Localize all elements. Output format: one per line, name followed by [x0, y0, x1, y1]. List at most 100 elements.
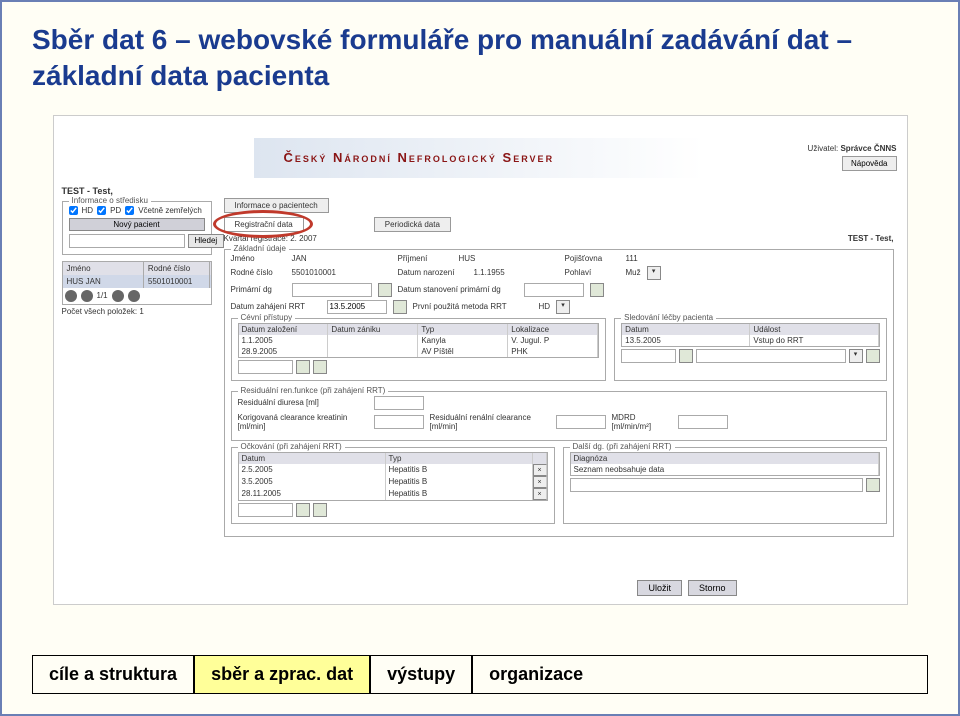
- diuresa-input[interactable]: [374, 396, 424, 410]
- tracking-event-input[interactable]: [696, 349, 845, 363]
- footer-tab-outputs[interactable]: výstupy: [370, 655, 472, 694]
- renal-clearance-input[interactable]: [556, 415, 606, 429]
- calendar-icon[interactable]: [590, 283, 604, 297]
- col-vacc-type[interactable]: Typ: [386, 453, 533, 464]
- center-info-legend: Informace o středisku: [69, 196, 151, 205]
- tab-registration-data[interactable]: Registrační data: [224, 217, 304, 232]
- tab-patient-info[interactable]: Informace o pacientech: [224, 198, 329, 213]
- user-info: Uživatel: Správce ČNNS Nápověda: [808, 144, 897, 171]
- delete-icon[interactable]: ×: [533, 464, 547, 476]
- deceased-label: Včetně zemřelých: [138, 206, 202, 215]
- deceased-checkbox[interactable]: [125, 206, 134, 215]
- table-row[interactable]: 1.1.2005KanylaV. Jugul. P: [239, 335, 599, 346]
- residual-legend: Residuální ren.funkce (při zahájení RRT): [238, 386, 389, 395]
- other-dg-legend: Další dg. (při zahájení RRT): [570, 442, 675, 451]
- help-button[interactable]: Nápověda: [842, 156, 896, 171]
- table-row[interactable]: 28.9.2005AV PíštělPHK: [239, 346, 599, 357]
- rc-label: Rodné číslo: [231, 268, 286, 277]
- col-rc[interactable]: Rodné číslo: [144, 262, 211, 275]
- footer-tab-organization[interactable]: organizace: [472, 655, 928, 694]
- sex-dropdown-icon[interactable]: ▾: [647, 266, 661, 280]
- stanov-input[interactable]: [524, 283, 584, 297]
- col-ended[interactable]: Datum zániku: [328, 324, 418, 335]
- stanov-label: Datum stanovení primární dg: [398, 285, 518, 294]
- col-diagnosis[interactable]: Diagnóza: [571, 453, 879, 464]
- count-label: Počet všech položek:: [62, 307, 138, 316]
- primdg-input[interactable]: [292, 283, 372, 297]
- first-rrt-dropdown-icon[interactable]: ▾: [556, 300, 570, 314]
- calendar-icon[interactable]: [296, 360, 310, 374]
- first-rrt-value: HD: [539, 302, 551, 311]
- hd-label: HD: [82, 206, 94, 215]
- cancel-button[interactable]: Storno: [688, 580, 737, 596]
- col-name[interactable]: Jméno: [63, 262, 144, 275]
- vascular-date-input[interactable]: [238, 360, 293, 374]
- footer-tab-goals[interactable]: cíle a struktura: [32, 655, 194, 694]
- search-input[interactable]: [69, 234, 185, 248]
- creatinin-input[interactable]: [374, 415, 424, 429]
- add-icon[interactable]: [866, 349, 880, 363]
- lookup-icon[interactable]: [378, 283, 392, 297]
- tab-periodic-data[interactable]: Periodická data: [374, 217, 451, 232]
- pager-prev-icon[interactable]: [81, 290, 93, 302]
- residual-function-fieldset: Residuální ren.funkce (při zahájení RRT)…: [231, 391, 887, 441]
- firstname-label: Jméno: [231, 254, 286, 263]
- lastname-label: Příjmení: [398, 254, 453, 263]
- table-row[interactable]: 3.5.2005Hepatitis B×: [239, 476, 547, 488]
- pager-last-icon[interactable]: [128, 290, 140, 302]
- pager-text: 1/1: [97, 291, 108, 300]
- delete-icon[interactable]: ×: [533, 488, 547, 500]
- rc-value: 5501010001: [292, 268, 392, 277]
- footer-tab-collection[interactable]: sběr a zprac. dat: [194, 655, 370, 694]
- vacc-date-input[interactable]: [238, 503, 293, 517]
- add-icon[interactable]: [313, 360, 327, 374]
- insurance-label: Pojišťovna: [565, 254, 620, 263]
- calendar-icon[interactable]: [296, 503, 310, 517]
- vascular-access-fieldset: Cévní přístupy Datum založení Datum záni…: [231, 318, 607, 381]
- pager-next-icon[interactable]: [112, 290, 124, 302]
- other-dg-input[interactable]: [570, 478, 863, 492]
- mdrd-input[interactable]: [678, 415, 728, 429]
- firstname-value: JAN: [292, 254, 392, 263]
- diuresa-label: Residuální diuresa [ml]: [238, 398, 368, 407]
- birthdate-value: 1.1.1955: [474, 268, 559, 277]
- sex-value: Muž: [626, 268, 641, 277]
- rrt-start-input[interactable]: [327, 300, 387, 314]
- save-button[interactable]: Uložit: [637, 580, 682, 596]
- table-row[interactable]: 28.11.2005Hepatitis B×: [239, 488, 547, 500]
- pd-checkbox[interactable]: [97, 206, 106, 215]
- col-type[interactable]: Typ: [418, 324, 508, 335]
- col-location[interactable]: Lokalizace: [508, 324, 598, 335]
- test-right-label: TEST - Test,: [848, 234, 894, 243]
- calendar-icon[interactable]: [679, 349, 693, 363]
- sex-label: Pohlaví: [565, 268, 620, 277]
- vaccination-legend: Očkování (při zahájení RRT): [238, 442, 345, 451]
- footer-nav: cíle a struktura sběr a zprac. dat výstu…: [32, 655, 928, 694]
- search-button[interactable]: Hledej: [188, 234, 225, 248]
- vaccination-fieldset: Očkování (při zahájení RRT) Datum Typ 2.…: [231, 447, 555, 524]
- pager-first-icon[interactable]: [65, 290, 77, 302]
- app-screenshot: Český Národní Nefrologický Server Uživat…: [53, 115, 908, 605]
- col-date[interactable]: Datum: [622, 324, 750, 335]
- add-icon[interactable]: [313, 503, 327, 517]
- dropdown-icon[interactable]: ▾: [849, 349, 863, 363]
- col-event[interactable]: Událost: [750, 324, 878, 335]
- treatment-tracking-fieldset: Sledování léčby pacienta Datum Událost 1…: [614, 318, 886, 381]
- col-vacc-date[interactable]: Datum: [239, 453, 386, 464]
- other-dg-fieldset: Další dg. (při zahájení RRT) Diagnóza Se…: [563, 447, 887, 524]
- col-founded[interactable]: Datum založení: [239, 324, 329, 335]
- tracking-date-input[interactable]: [621, 349, 676, 363]
- empty-row: Seznam neobsahuje data: [571, 464, 879, 475]
- hd-checkbox[interactable]: [69, 206, 78, 215]
- table-row[interactable]: 2.5.2005Hepatitis B×: [239, 464, 547, 476]
- calendar-icon[interactable]: [393, 300, 407, 314]
- delete-icon[interactable]: ×: [533, 476, 547, 488]
- vascular-legend: Cévní přístupy: [238, 313, 296, 322]
- table-row[interactable]: 13.5.2005Vstup do RRT: [622, 335, 878, 346]
- new-patient-button[interactable]: Nový pacient: [69, 218, 205, 231]
- first-rrt-label: První použitá metoda RRT: [413, 302, 533, 311]
- add-icon[interactable]: [866, 478, 880, 492]
- patient-row[interactable]: HUS JAN 5501010001: [63, 275, 211, 288]
- renal-clearance-label: Residuální renální clearance [ml/min]: [430, 413, 550, 431]
- pd-label: PD: [110, 206, 121, 215]
